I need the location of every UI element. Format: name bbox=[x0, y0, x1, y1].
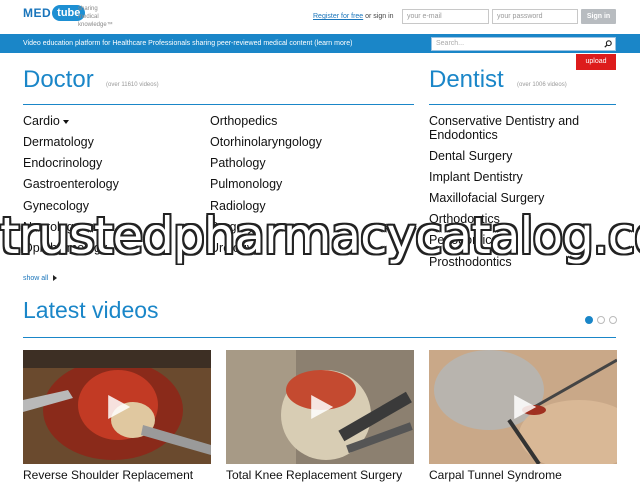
chevron-down-icon bbox=[62, 119, 69, 124]
latest-videos-heading: Latest videos bbox=[23, 297, 159, 323]
tagline: sharing medical knowledge™ bbox=[78, 5, 138, 29]
category-endodontics[interactable]: Endodontics bbox=[429, 128, 498, 142]
carousel-dot[interactable] bbox=[597, 316, 605, 324]
upload-button[interactable]: upload bbox=[576, 54, 616, 70]
dentist-video-count: (over 1006 videos) bbox=[517, 82, 567, 88]
signin-prompt: Register for free or sign in bbox=[313, 13, 394, 20]
tagline-line: sharing bbox=[78, 6, 98, 12]
play-icon[interactable] bbox=[514, 395, 537, 419]
play-icon[interactable] bbox=[108, 395, 131, 419]
platform-description-link[interactable]: Video education platform for Healthcare … bbox=[23, 40, 352, 47]
category-otorhinolaryngology[interactable]: Otorhinolaryngology bbox=[210, 135, 322, 149]
latest-divider bbox=[23, 337, 616, 338]
email-field[interactable]: your e-mail bbox=[402, 9, 489, 24]
tagline-line: knowledge™ bbox=[78, 22, 113, 28]
sign-in-button[interactable]: Sign in bbox=[581, 9, 616, 24]
video-thumbnail[interactable] bbox=[226, 350, 414, 464]
top-header: MED tube sharing medical knowledge™ Regi… bbox=[0, 0, 640, 34]
search-icon[interactable] bbox=[604, 40, 612, 48]
show-all-label: show all bbox=[23, 275, 49, 282]
dentist-divider bbox=[429, 104, 616, 105]
category-dermatology[interactable]: Dermatology bbox=[23, 135, 94, 149]
watermark-text: trustedpharmacycatalog.com bbox=[0, 207, 640, 265]
doctor-divider bbox=[23, 104, 414, 105]
medtube-logo[interactable]: MED tube bbox=[23, 5, 86, 21]
carousel-dot[interactable] bbox=[585, 316, 593, 324]
category-label: Cardio bbox=[23, 114, 60, 128]
tagline-line: medical bbox=[78, 14, 99, 20]
register-link[interactable]: Register for free bbox=[313, 13, 363, 20]
logo-med-text: MED bbox=[23, 6, 52, 20]
or-sign-in-text: or sign in bbox=[365, 13, 394, 20]
category-pulmonology[interactable]: Pulmonology bbox=[210, 177, 282, 191]
category-endocrinology[interactable]: Endocrinology bbox=[23, 156, 102, 170]
video-thumbnail[interactable] bbox=[429, 350, 617, 464]
search-placeholder: Search... bbox=[436, 40, 465, 47]
carousel-dot[interactable] bbox=[609, 316, 617, 324]
carousel-pager bbox=[585, 316, 617, 324]
category-gastroenterology[interactable]: Gastroenterology bbox=[23, 177, 119, 191]
category-pathology[interactable]: Pathology bbox=[210, 156, 266, 170]
category-orthopedics[interactable]: Orthopedics bbox=[210, 114, 277, 128]
category-cardio[interactable]: Cardio bbox=[23, 114, 69, 128]
category-maxillofacial-surgery[interactable]: Maxillofacial Surgery bbox=[429, 191, 544, 205]
doctor-video-count: (over 11610 videos) bbox=[106, 82, 159, 88]
category-conservative-dentistry[interactable]: Conservative Dentistry and bbox=[429, 114, 579, 128]
dentist-heading[interactable]: Dentist bbox=[429, 66, 504, 94]
password-field[interactable]: your password bbox=[492, 9, 578, 24]
show-all-link[interactable]: show all bbox=[23, 275, 58, 282]
search-input[interactable]: Search... bbox=[431, 37, 616, 51]
play-icon[interactable] bbox=[311, 395, 334, 419]
arrow-right-icon bbox=[53, 275, 58, 282]
video-thumbnail[interactable] bbox=[23, 350, 211, 464]
category-dental-surgery[interactable]: Dental Surgery bbox=[429, 149, 512, 163]
category-implant-dentistry[interactable]: Implant Dentistry bbox=[429, 170, 523, 184]
doctor-heading[interactable]: Doctor bbox=[23, 66, 94, 94]
